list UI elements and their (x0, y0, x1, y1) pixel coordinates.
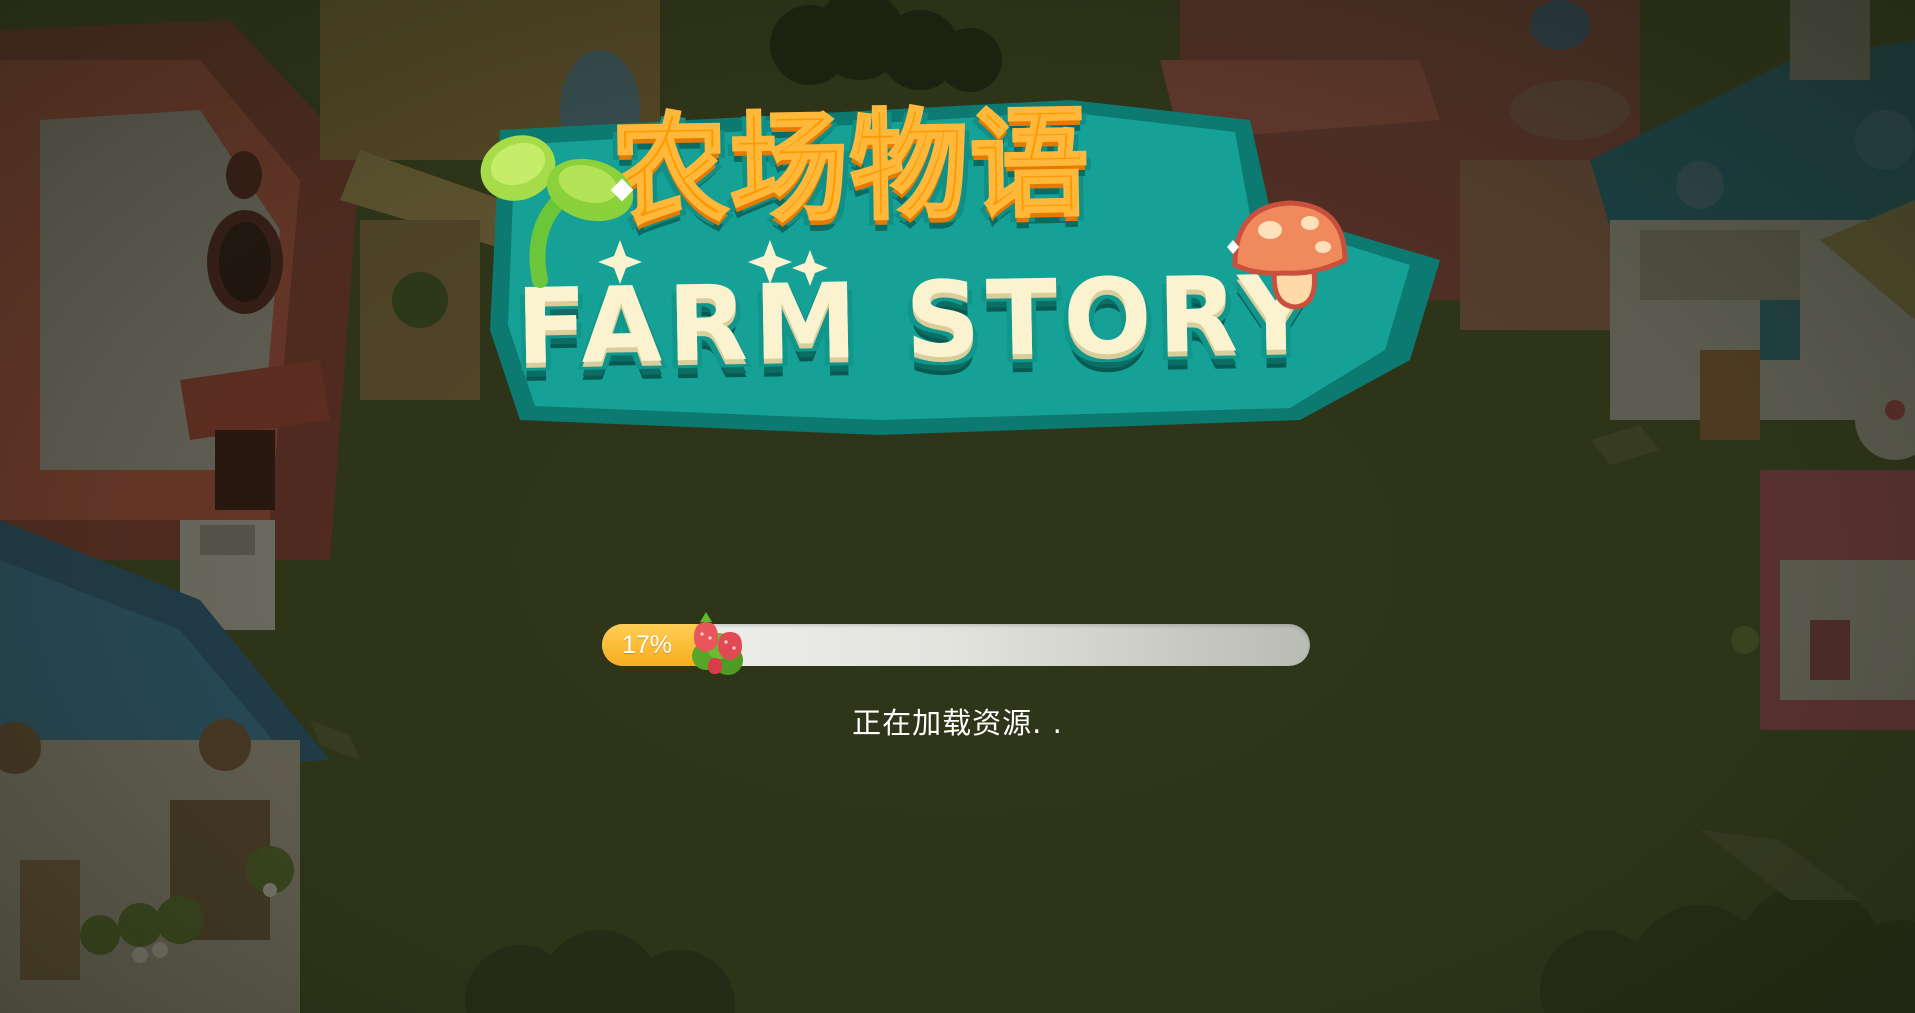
loading-progress-bar: 17% (602, 612, 1310, 675)
loading-status-text: 正在加载资源. . (852, 706, 1063, 740)
sparkles (598, 240, 828, 286)
game-logo: 农场物语 FARM STORY (480, 90, 1440, 440)
strawberry-icon (692, 612, 744, 675)
progress-percent-label: 17% (622, 631, 673, 659)
